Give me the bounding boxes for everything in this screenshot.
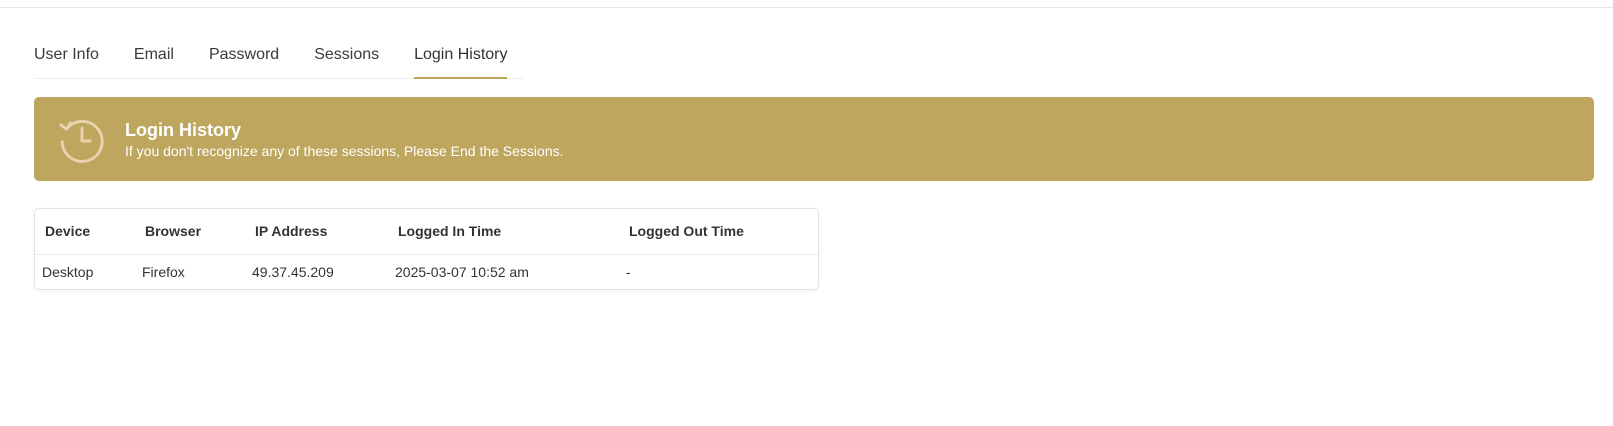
column-header-device: Device	[45, 223, 91, 240]
banner-title: Login History	[125, 120, 241, 140]
cell-ip-address: 49.37.45.209	[252, 263, 334, 280]
cell-browser: Firefox	[142, 263, 185, 280]
login-history-banner: Login History If you don't recognize any…	[34, 97, 1594, 181]
column-header-logged-out-time: Logged Out Time	[629, 223, 744, 240]
login-history-table: Device Browser IP Address Logged In Time…	[34, 208, 819, 290]
tab-user-info[interactable]: User Info	[34, 46, 99, 79]
table-header-row: Device Browser IP Address Logged In Time…	[35, 209, 818, 254]
tab-email[interactable]: Email	[134, 46, 174, 79]
history-clock-icon	[59, 119, 104, 163]
column-header-ip-address: IP Address	[255, 223, 328, 240]
tab-sessions[interactable]: Sessions	[314, 46, 379, 79]
top-divider	[0, 0, 1613, 8]
cell-logged-out-time: -	[626, 263, 631, 280]
column-header-logged-in-time: Logged In Time	[398, 223, 502, 240]
settings-tabs: User Info Email Password Sessions Login …	[34, 46, 524, 79]
tab-password[interactable]: Password	[209, 46, 279, 79]
cell-logged-in-time: 2025-03-07 10:52 am	[395, 263, 529, 280]
cell-device: Desktop	[42, 263, 94, 280]
column-header-browser: Browser	[145, 223, 202, 240]
table-row: Desktop Firefox 49.37.45.209 2025-03-07 …	[35, 254, 818, 289]
banner-subtitle: If you don't recognize any of these sess…	[125, 143, 564, 159]
tab-login-history[interactable]: Login History	[414, 46, 508, 79]
